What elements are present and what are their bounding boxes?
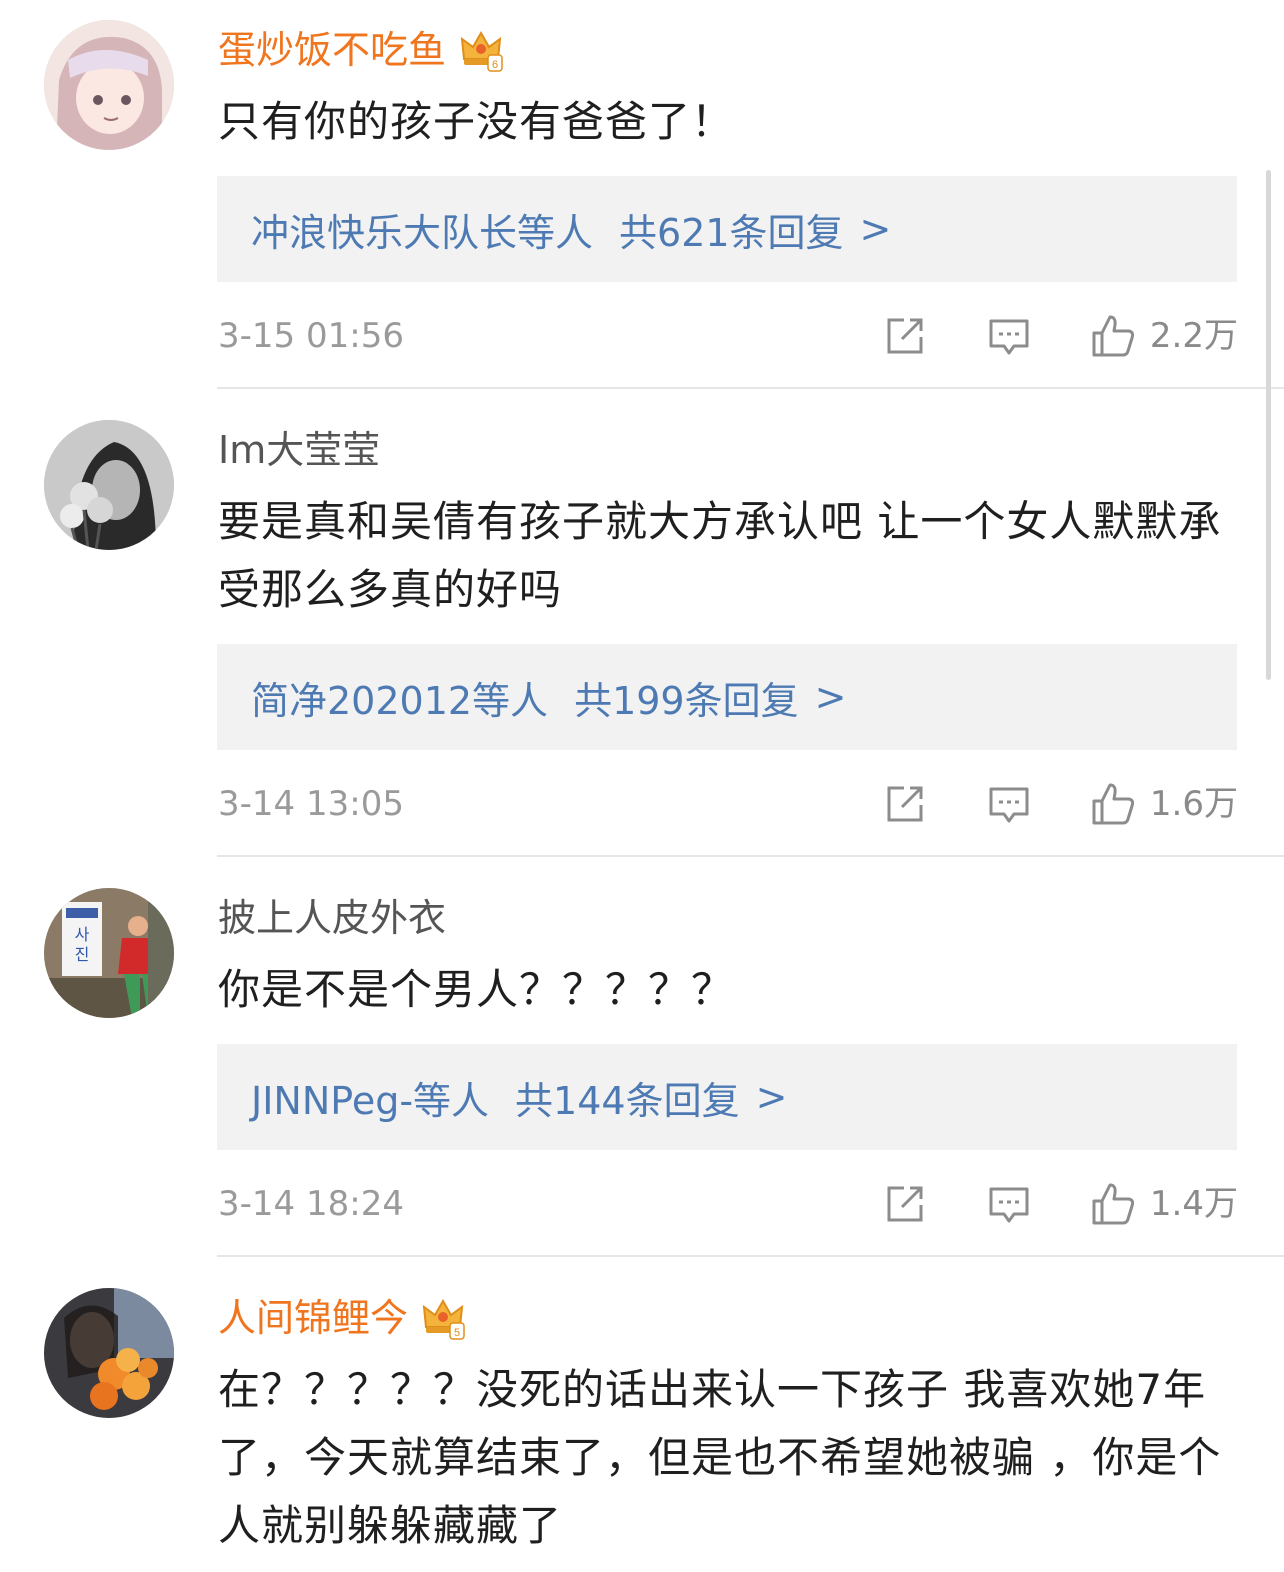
crown-badge-icon: 6	[458, 27, 504, 73]
share-icon[interactable]	[882, 1181, 928, 1227]
avatar[interactable]: 사 진	[44, 888, 174, 1018]
chevron-right-icon: >	[859, 207, 892, 251]
like-button[interactable]: 2.2万	[1090, 310, 1238, 362]
divider	[217, 387, 1284, 389]
comment-meta: 3-14 18:24 1.4万	[218, 1178, 1238, 1230]
comment-text: 你是不是个男人？？？？？	[218, 965, 735, 1014]
username[interactable]: 蛋炒饭不吃鱼 6	[218, 24, 504, 76]
crown-badge-icon: 5	[420, 1295, 466, 1341]
username-label[interactable]: 蛋炒饭不吃鱼	[218, 24, 446, 76]
svg-text:사: 사	[75, 925, 90, 944]
share-icon[interactable]	[882, 313, 928, 359]
reply-summary[interactable]: 简净202012等人 共199条回复 >	[217, 644, 1237, 750]
chevron-right-icon: >	[755, 1075, 788, 1119]
reply-names: 冲浪快乐大队长等人	[251, 210, 594, 255]
reply-names: 简净202012等人	[251, 678, 549, 723]
avatar[interactable]	[44, 1288, 174, 1418]
comment-text: 只有你的孩子没有爸爸了！	[218, 97, 735, 146]
like-count: 1.6万	[1149, 784, 1238, 824]
reply-count: 共144条回复	[515, 1078, 740, 1123]
like-count: 1.4万	[1149, 1184, 1238, 1224]
scrollbar[interactable]	[1266, 170, 1271, 680]
reply-summary[interactable]: JINNPeg-等人 共144条回复 >	[217, 1044, 1237, 1150]
reply-summary[interactable]: 冲浪快乐大队长等人 共621条回复 >	[217, 176, 1237, 282]
svg-text:진: 진	[75, 945, 90, 964]
username[interactable]: Im大莹莹	[218, 424, 380, 476]
comment-meta: 3-15 01:56 2.2万	[218, 310, 1238, 362]
comment-icon[interactable]	[986, 781, 1032, 827]
username-label[interactable]: 披上人皮外衣	[218, 892, 446, 944]
reply-count: 共199条回复	[574, 678, 799, 723]
comment-icon[interactable]	[986, 313, 1032, 359]
divider	[217, 855, 1284, 857]
username-label[interactable]: Im大莹莹	[218, 424, 380, 476]
chevron-right-icon: >	[814, 675, 847, 719]
timestamp: 3-15 01:56	[218, 316, 404, 356]
svg-text:5: 5	[454, 1327, 460, 1339]
comment-text: 要是真和吴倩有孩子就大方承认吧 让一个女人默默承受那么多真的好吗	[218, 497, 1222, 614]
divider	[217, 1255, 1284, 1257]
svg-text:6: 6	[492, 59, 498, 71]
comment-feed: 蛋炒饭不吃鱼 6 只有你的孩子没有爸爸了！ 冲浪快乐大队长等人 共621条回复 …	[0, 0, 1284, 1572]
timestamp: 3-14 18:24	[218, 1184, 404, 1224]
reply-names: JINNPeg-等人	[251, 1078, 490, 1123]
comment-actions: 1.6万	[882, 778, 1238, 830]
thumbs-up-icon	[1090, 313, 1136, 359]
username-label[interactable]: 人间锦鲤今	[218, 1292, 408, 1344]
username[interactable]: 披上人皮外衣	[218, 892, 446, 944]
thumbs-up-icon	[1090, 1181, 1136, 1227]
comment-actions: 2.2万	[882, 310, 1238, 362]
like-count: 2.2万	[1149, 316, 1238, 356]
username[interactable]: 人间锦鲤今 5	[218, 1292, 466, 1344]
timestamp: 3-14 13:05	[218, 784, 404, 824]
reply-count: 共621条回复	[619, 210, 844, 255]
avatar[interactable]	[44, 20, 174, 150]
share-icon[interactable]	[882, 781, 928, 827]
like-button[interactable]: 1.4万	[1090, 1178, 1238, 1230]
comment-icon[interactable]	[986, 1181, 1032, 1227]
thumbs-up-icon	[1090, 781, 1136, 827]
like-button[interactable]: 1.6万	[1090, 778, 1238, 830]
avatar[interactable]	[44, 420, 174, 550]
comment-text: 在？？？？？没死的话出来认一下孩子 我喜欢她7年了，今天就算结束了，但是也不希望…	[218, 1365, 1222, 1550]
comment-meta: 3-14 13:05 1.6万	[218, 778, 1238, 830]
comment-actions: 1.4万	[882, 1178, 1238, 1230]
